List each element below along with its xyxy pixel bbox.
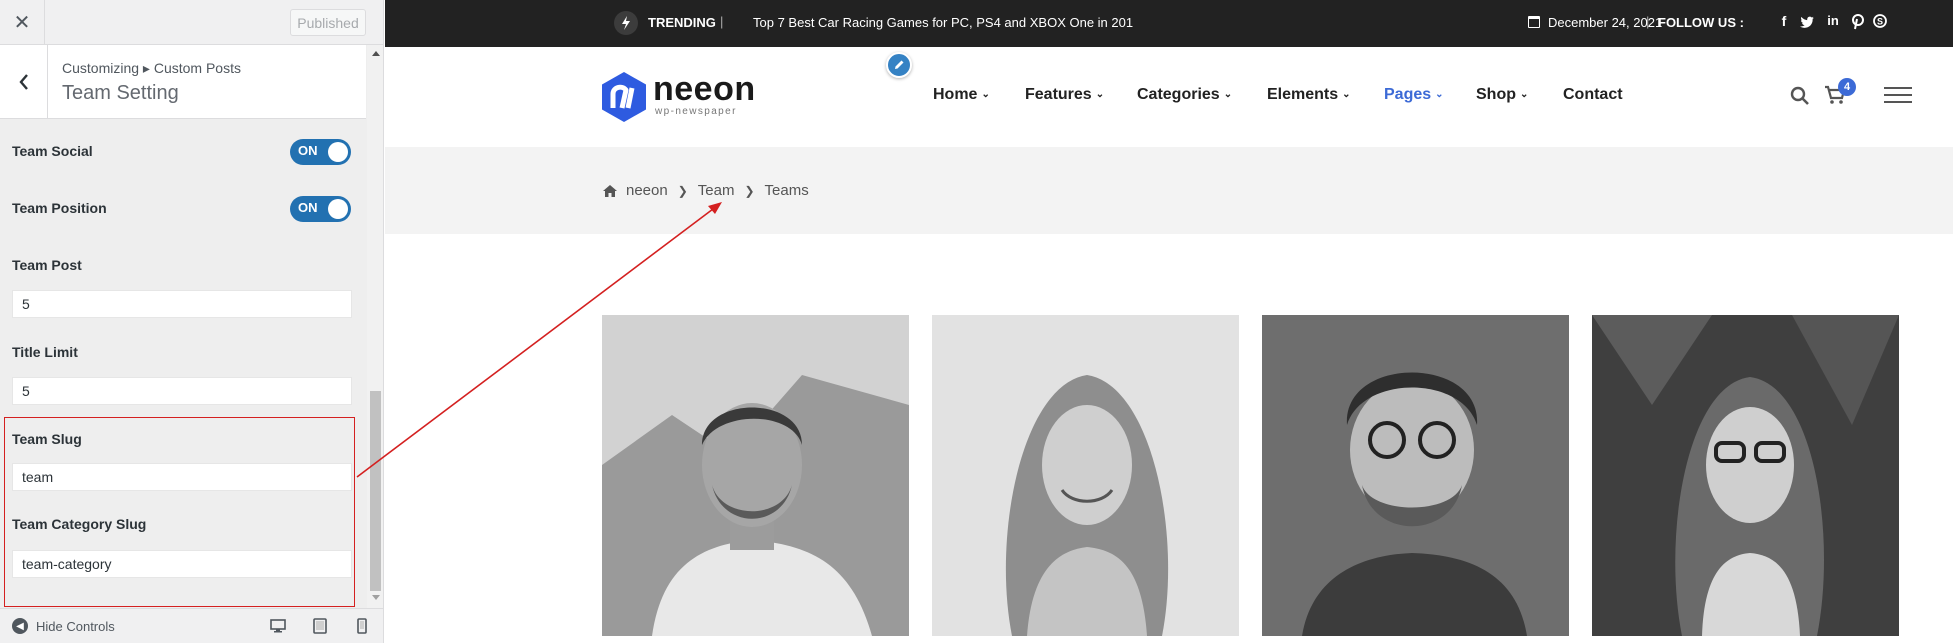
chevron-down-icon: ⌄ <box>1342 89 1351 100</box>
chevron-down-icon: ⌄ <box>1223 89 1233 100</box>
team-post-label: Team Post <box>12 257 82 273</box>
team-member-photo[interactable] <box>1262 315 1569 636</box>
nav-label: Contact <box>1563 86 1623 103</box>
section-title: Team Setting <box>62 82 179 104</box>
team-member-photo[interactable] <box>1592 315 1899 636</box>
toggle-state-text: ON <box>298 200 318 215</box>
breadcrumb-bar: neeon ❯ Team ❯ Teams <box>385 147 1953 234</box>
chevron-left-icon <box>18 74 28 90</box>
team-position-toggle[interactable]: ON <box>290 196 351 222</box>
trending-label: TRENDING <box>648 15 716 30</box>
nav-home[interactable]: Home ⌄ <box>933 86 990 104</box>
breadcrumb-home-link[interactable]: neeon <box>626 182 668 199</box>
top-bar: TRENDING | Top 7 Best Car Racing Games f… <box>385 0 1953 47</box>
tablet-preview-icon[interactable] <box>312 618 328 634</box>
mobile-preview-icon[interactable] <box>354 618 370 634</box>
linkedin-icon[interactable]: in <box>1826 13 1840 28</box>
hide-controls-label: Hide Controls <box>36 618 115 634</box>
divider: | <box>720 14 724 29</box>
follow-us-label: FOLLOW US : <box>1658 15 1744 30</box>
scroll-up-arrow-icon[interactable] <box>372 51 380 56</box>
nav-label: Elements <box>1267 86 1339 103</box>
nav-categories[interactable]: Categories ⌄ <box>1137 86 1232 104</box>
title-limit-input[interactable]: 5 <box>12 377 352 405</box>
nav-label: Shop <box>1476 86 1516 103</box>
pinterest-icon[interactable] <box>1851 14 1865 30</box>
scroll-down-arrow-icon[interactable] <box>372 595 380 600</box>
nav-label: Home <box>933 86 978 103</box>
nav-features[interactable]: Features ⌄ <box>1025 86 1104 104</box>
logo-mark-icon[interactable] <box>602 72 646 122</box>
hide-controls-button[interactable]: ◀ Hide Controls <box>12 618 115 634</box>
breadcrumb-team-link[interactable]: Team <box>698 182 735 199</box>
chevron-down-icon: ⌄ <box>1520 89 1529 100</box>
breadcrumb: neeon ❯ Team ❯ Teams <box>602 182 809 199</box>
chevron-down-icon: ⌄ <box>981 89 990 100</box>
site-preview: TRENDING | Top 7 Best Car Racing Games f… <box>385 0 1953 643</box>
team-post-input[interactable]: 5 <box>12 290 352 318</box>
panel-scrollbar[interactable] <box>367 45 383 608</box>
logo-tagline: wp-newspaper <box>655 106 737 117</box>
trending-news-link[interactable]: Top 7 Best Car Racing Games for PC, PS4 … <box>753 15 1133 30</box>
publish-button[interactable]: Published <box>290 9 366 36</box>
nav-elements[interactable]: Elements ⌄ <box>1267 86 1351 104</box>
toggle-knob <box>328 199 348 219</box>
team-member-photo[interactable] <box>932 315 1239 636</box>
calendar-icon <box>1528 16 1540 28</box>
search-icon[interactable] <box>1790 86 1810 106</box>
customizer-footer: ◀ Hide Controls <box>0 608 383 643</box>
site-header: neeon wp-newspaper Home ⌄ Features ⌄ Categ… <box>385 47 1953 147</box>
toggle-state-text: ON <box>298 143 318 158</box>
section-header: Customizing ▸ Custom Posts Team Setting <box>0 45 366 119</box>
svg-text:S: S <box>1877 17 1883 27</box>
team-position-label: Team Position <box>12 200 107 216</box>
nav-pages[interactable]: Pages ⌄ <box>1384 86 1444 104</box>
customizer-header: ✕ Published <box>0 0 383 45</box>
customizer-panel: ✕ Published Customizing ▸ Custom Posts T… <box>0 0 384 643</box>
nav-label: Pages <box>1384 86 1432 103</box>
close-icon: ✕ <box>13 12 31 34</box>
desktop-preview-icon[interactable] <box>270 618 286 634</box>
nav-contact[interactable]: Contact <box>1563 86 1623 104</box>
logo-wordmark[interactable]: neeon <box>653 72 756 106</box>
close-customizer-button[interactable]: ✕ <box>0 0 45 45</box>
scrollbar-thumb[interactable] <box>370 391 381 591</box>
chevron-down-icon: ⌄ <box>1095 89 1105 100</box>
hamburger-menu-icon[interactable] <box>1884 87 1912 105</box>
edit-shortcut-pencil-icon[interactable] <box>886 52 912 78</box>
twitter-icon[interactable] <box>1800 15 1814 29</box>
home-icon <box>603 184 617 197</box>
section-breadcrumb: Customizing ▸ Custom Posts <box>62 60 241 76</box>
nav-shop[interactable]: Shop ⌄ <box>1476 86 1528 104</box>
back-button[interactable] <box>0 45 48 119</box>
nav-label: Categories <box>1137 86 1220 103</box>
team-social-label: Team Social <box>12 143 93 159</box>
team-member-photo[interactable] <box>602 315 909 636</box>
chevron-right-icon: ❯ <box>677 183 688 198</box>
team-social-toggle[interactable]: ON <box>290 139 351 165</box>
highlight-box <box>4 417 355 607</box>
collapse-icon: ◀ <box>12 618 28 634</box>
toggle-knob <box>328 142 348 162</box>
chevron-right-icon: ❯ <box>744 183 755 198</box>
skype-icon[interactable]: S <box>1873 14 1887 28</box>
nav-label: Features <box>1025 86 1092 103</box>
chevron-down-icon: ⌄ <box>1435 89 1444 100</box>
cart-count-badge: 4 <box>1838 78 1856 96</box>
facebook-icon[interactable]: f <box>1777 13 1791 29</box>
lightning-icon <box>614 11 638 35</box>
title-limit-label: Title Limit <box>12 344 78 360</box>
breadcrumb-current: Teams <box>764 182 809 199</box>
divider: | <box>1646 14 1650 29</box>
